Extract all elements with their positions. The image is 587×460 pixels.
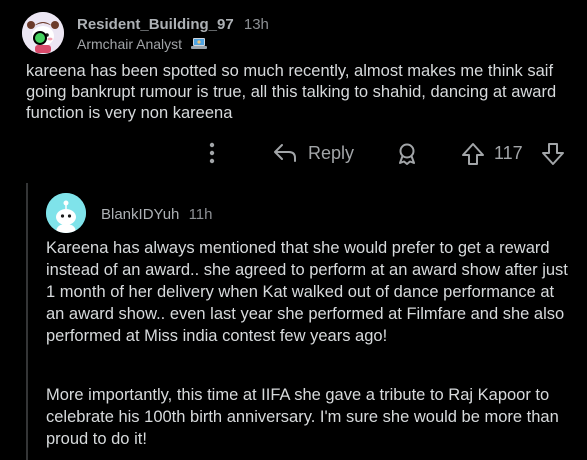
- comment-time: 13h: [243, 16, 269, 33]
- reply-username[interactable]: BlankIDYuh: [101, 206, 179, 223]
- reply-paragraph: Kareena has always mentioned that she wo…: [46, 239, 568, 345]
- default-snoo-icon: [46, 193, 86, 233]
- laptop-emoji-icon: [190, 38, 207, 49]
- online-status-dot: [33, 31, 47, 45]
- thread-line[interactable]: [26, 183, 28, 460]
- user-flair: Armchair Analyst: [77, 36, 208, 52]
- more-options-icon[interactable]: [209, 142, 215, 164]
- comment-username[interactable]: Resident_Building_97: [77, 16, 234, 33]
- reply-avatar[interactable]: [46, 193, 86, 233]
- downvote-icon[interactable]: [540, 141, 566, 167]
- reply-author-line: BlankIDYuh 11h: [101, 206, 212, 223]
- reply-arrow-icon: [274, 144, 296, 162]
- vote-score: 117: [494, 143, 523, 163]
- reply-time: 11h: [188, 206, 213, 223]
- reply-label: Reply: [308, 142, 355, 163]
- comment-body: kareena has been spotted so much recentl…: [26, 62, 557, 122]
- award-icon[interactable]: [395, 142, 419, 166]
- comment-author-line: Resident_Building_97 13h: [77, 16, 269, 33]
- flair-label: Armchair Analyst: [77, 36, 183, 52]
- comment-action-bar: Reply 117: [0, 138, 587, 168]
- upvote-icon[interactable]: [460, 141, 486, 167]
- reply-button[interactable]: Reply: [272, 138, 354, 168]
- reply-paragraph: More importantly, this time at IIFA she …: [46, 386, 559, 448]
